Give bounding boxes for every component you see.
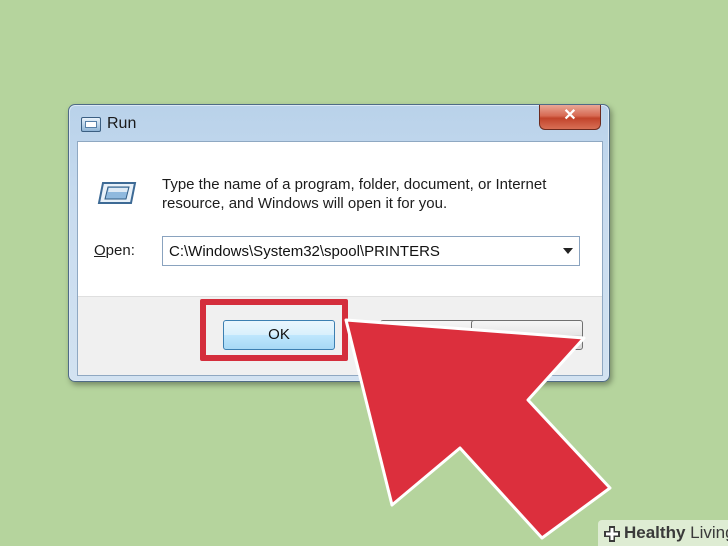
watermark-bold: Healthy: [624, 523, 686, 542]
watermark: Healthy Living: [598, 520, 728, 546]
watermark-rest: Living: [690, 523, 728, 542]
cross-logo-icon: [604, 526, 620, 542]
watermark-text: Healthy Living: [624, 523, 728, 543]
pointer-arrow-icon: [344, 318, 612, 540]
